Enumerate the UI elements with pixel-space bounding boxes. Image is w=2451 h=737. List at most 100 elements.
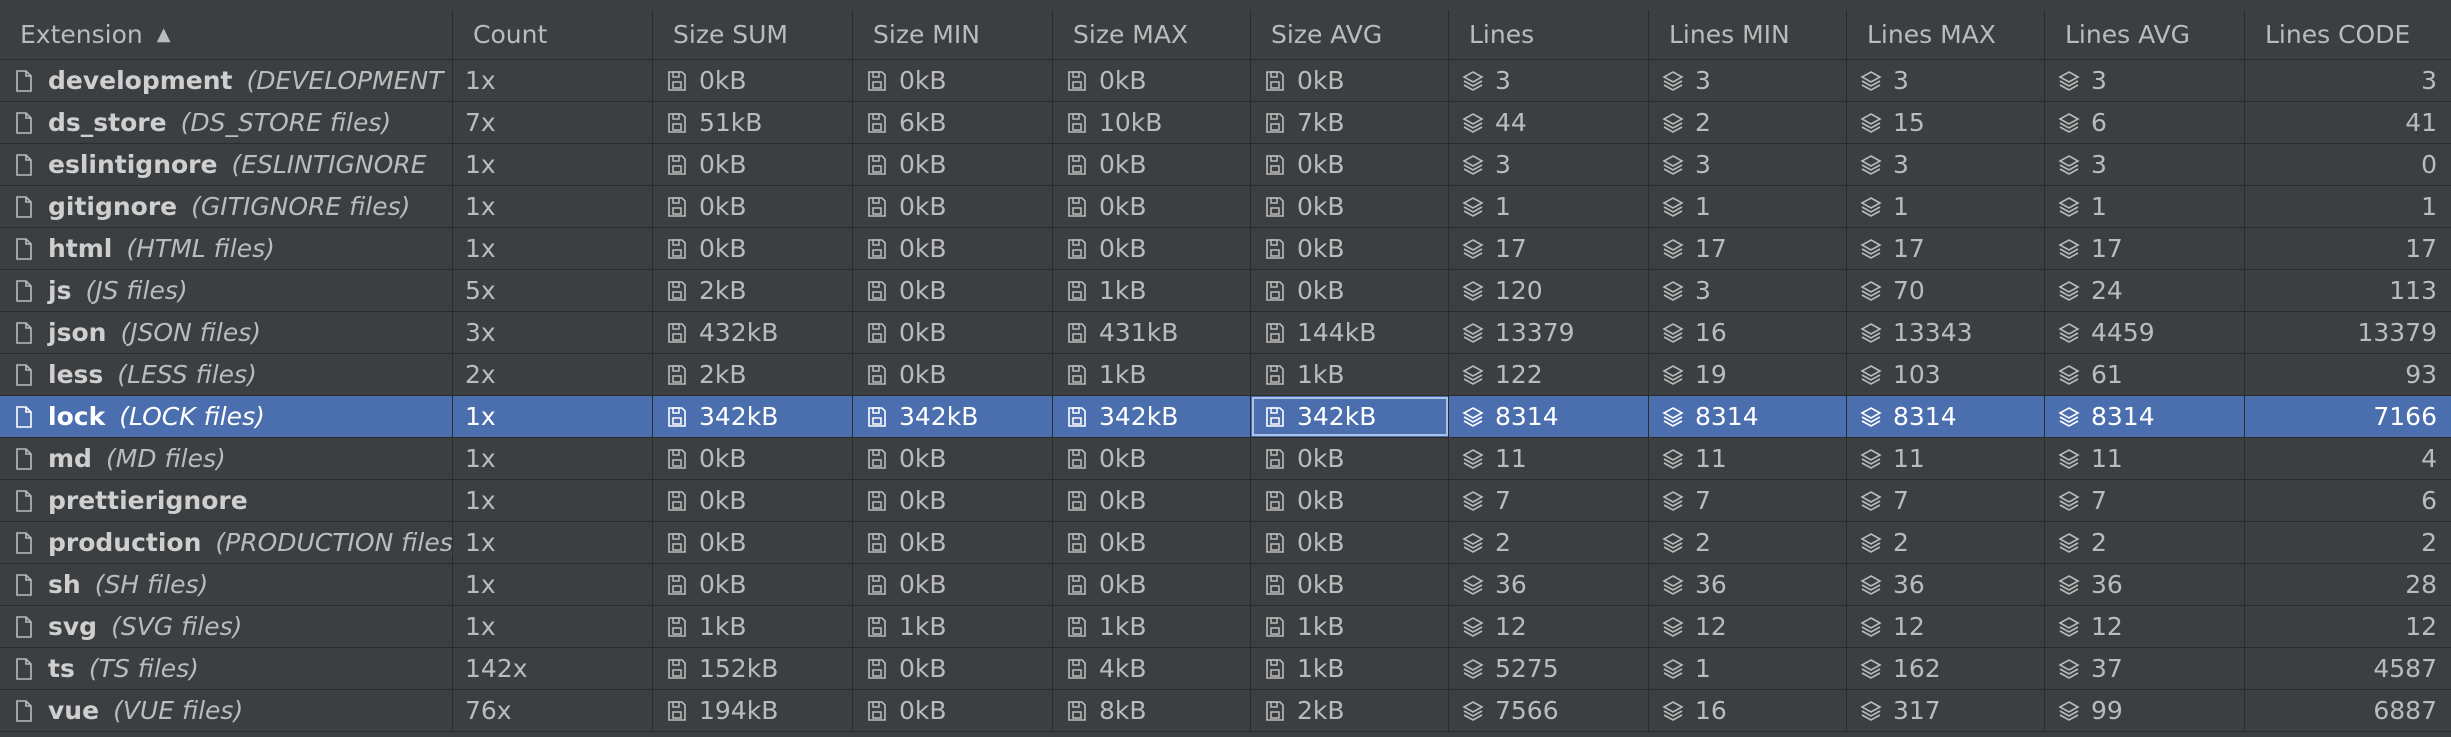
size-avg-cell[interactable]: 0kB	[1251, 186, 1449, 227]
extension-cell[interactable]: vue (VUE files)	[0, 690, 453, 731]
lines-code-cell[interactable]: 13379	[2245, 312, 2451, 353]
table-row[interactable]: development (DEVELOPMENT 1x 0kB 0kB 0kB 0kB 3 3 3…	[0, 60, 2451, 102]
count-cell[interactable]: 2x	[453, 354, 653, 395]
size-min-cell[interactable]: 0kB	[853, 522, 1053, 563]
count-cell[interactable]: 1x	[453, 228, 653, 269]
size-avg-cell[interactable]: 0kB	[1251, 522, 1449, 563]
lines-min-cell[interactable]: 11	[1649, 438, 1847, 479]
column-header-extension[interactable]: Extension ▲	[0, 10, 453, 59]
extension-cell[interactable]: js (JS files)	[0, 270, 453, 311]
column-header-lines[interactable]: Lines	[1449, 10, 1649, 59]
size-sum-cell[interactable]: 0kB	[653, 186, 853, 227]
column-header-size-sum[interactable]: Size SUM	[653, 10, 853, 59]
size-min-cell[interactable]: 1kB	[853, 606, 1053, 647]
lines-max-cell[interactable]: 1	[1847, 186, 2045, 227]
size-sum-cell[interactable]: 0kB	[653, 144, 853, 185]
column-header-lines-avg[interactable]: Lines AVG	[2045, 10, 2245, 59]
size-avg-cell[interactable]: 2kB	[1251, 690, 1449, 731]
size-sum-cell[interactable]: 2kB	[653, 270, 853, 311]
column-header-size-min[interactable]: Size MIN	[853, 10, 1053, 59]
lines-code-cell[interactable]: 93	[2245, 354, 2451, 395]
size-sum-cell[interactable]: 194kB	[653, 690, 853, 731]
lines-min-cell[interactable]: 19	[1649, 354, 1847, 395]
table-row[interactable]: eslintignore (ESLINTIGNORE 1x 0kB 0kB 0kB 0kB 3…	[0, 144, 2451, 186]
lines-code-cell[interactable]: 17	[2245, 228, 2451, 269]
size-max-cell[interactable]: 0kB	[1053, 522, 1251, 563]
size-sum-cell[interactable]: 0kB	[653, 564, 853, 605]
size-min-cell[interactable]: 0kB	[853, 60, 1053, 101]
count-cell[interactable]: 1x	[453, 60, 653, 101]
lines-avg-cell[interactable]: 99	[2045, 690, 2245, 731]
lines-max-cell[interactable]: 11	[1847, 438, 2045, 479]
lines-min-cell[interactable]: 3	[1649, 270, 1847, 311]
lines-avg-cell[interactable]: 12	[2045, 606, 2245, 647]
extension-cell[interactable]: svg (SVG files)	[0, 606, 453, 647]
lines-cell[interactable]: 36	[1449, 564, 1649, 605]
size-sum-cell[interactable]: 0kB	[653, 480, 853, 521]
lines-max-cell[interactable]: 70	[1847, 270, 2045, 311]
extension-cell[interactable]: prettierignore	[0, 480, 453, 521]
lines-code-cell[interactable]: 6887	[2245, 690, 2451, 731]
lines-cell[interactable]: 2	[1449, 522, 1649, 563]
size-avg-cell[interactable]: 0kB	[1251, 438, 1449, 479]
lines-code-cell[interactable]: 6	[2245, 480, 2451, 521]
lines-avg-cell[interactable]: 4459	[2045, 312, 2245, 353]
count-cell[interactable]: 142x	[453, 648, 653, 689]
size-avg-cell[interactable]: 1kB	[1251, 606, 1449, 647]
size-max-cell[interactable]: 4kB	[1053, 648, 1251, 689]
extension-cell[interactable]: sh (SH files)	[0, 564, 453, 605]
column-header-lines-code[interactable]: Lines CODE	[2245, 10, 2451, 59]
lines-min-cell[interactable]: 2	[1649, 102, 1847, 143]
lines-max-cell[interactable]: 3	[1847, 144, 2045, 185]
extension-cell[interactable]: gitignore (GITIGNORE files)	[0, 186, 453, 227]
count-cell[interactable]: 7x	[453, 102, 653, 143]
size-sum-cell[interactable]: 0kB	[653, 522, 853, 563]
size-sum-cell[interactable]: 152kB	[653, 648, 853, 689]
lines-avg-cell[interactable]: 61	[2045, 354, 2245, 395]
size-max-cell[interactable]: 431kB	[1053, 312, 1251, 353]
lines-cell[interactable]: 3	[1449, 144, 1649, 185]
table-row[interactable]: sh (SH files) 1x 0kB 0kB 0kB 0kB 36 36 36 36 28	[0, 564, 2451, 606]
count-cell[interactable]: 1x	[453, 396, 653, 437]
lines-min-cell[interactable]: 8314	[1649, 396, 1847, 437]
lines-cell[interactable]: 5275	[1449, 648, 1649, 689]
lines-cell[interactable]: 11	[1449, 438, 1649, 479]
count-cell[interactable]: 1x	[453, 186, 653, 227]
lines-code-cell[interactable]: 7166	[2245, 396, 2451, 437]
extension-cell[interactable]: eslintignore (ESLINTIGNORE	[0, 144, 453, 185]
size-sum-cell[interactable]: 432kB	[653, 312, 853, 353]
size-max-cell[interactable]: 0kB	[1053, 60, 1251, 101]
lines-code-cell[interactable]: 4	[2245, 438, 2451, 479]
lines-avg-cell[interactable]: 3	[2045, 144, 2245, 185]
table-row[interactable]: vue (VUE files) 76x 194kB 0kB 8kB 2kB 7566 16 317…	[0, 690, 2451, 732]
count-cell[interactable]: 1x	[453, 522, 653, 563]
size-avg-cell[interactable]: 0kB	[1251, 564, 1449, 605]
lines-max-cell[interactable]: 13343	[1847, 312, 2045, 353]
size-avg-cell[interactable]: 0kB	[1251, 144, 1449, 185]
lines-code-cell[interactable]: 2	[2245, 522, 2451, 563]
lines-avg-cell[interactable]: 1	[2045, 186, 2245, 227]
size-avg-cell[interactable]: 0kB	[1251, 228, 1449, 269]
size-max-cell[interactable]: 0kB	[1053, 438, 1251, 479]
table-row[interactable]: md (MD files) 1x 0kB 0kB 0kB 0kB 11 11 11 11 4	[0, 438, 2451, 480]
lines-max-cell[interactable]: 317	[1847, 690, 2045, 731]
count-cell[interactable]: 1x	[453, 438, 653, 479]
size-avg-cell[interactable]: 342kB	[1251, 396, 1449, 437]
lines-max-cell[interactable]: 2	[1847, 522, 2045, 563]
size-max-cell[interactable]: 0kB	[1053, 144, 1251, 185]
lines-code-cell[interactable]: 12	[2245, 606, 2451, 647]
table-row[interactable]: html (HTML files) 1x 0kB 0kB 0kB 0kB 17 17 17 17 17	[0, 228, 2451, 270]
table-row[interactable]: lock (LOCK files) 1x 342kB 342kB 342kB 342kB 83…	[0, 396, 2451, 438]
size-avg-cell[interactable]: 0kB	[1251, 480, 1449, 521]
size-avg-cell[interactable]: 0kB	[1251, 60, 1449, 101]
lines-min-cell[interactable]: 1	[1649, 648, 1847, 689]
lines-avg-cell[interactable]: 36	[2045, 564, 2245, 605]
size-max-cell[interactable]: 8kB	[1053, 690, 1251, 731]
table-row[interactable]: production (PRODUCTION files) 1x 0kB 0kB 0kB 0…	[0, 522, 2451, 564]
lines-cell[interactable]: 17	[1449, 228, 1649, 269]
count-cell[interactable]: 3x	[453, 312, 653, 353]
lines-cell[interactable]: 122	[1449, 354, 1649, 395]
lines-cell[interactable]: 7	[1449, 480, 1649, 521]
lines-min-cell[interactable]: 16	[1649, 690, 1847, 731]
table-row[interactable]: ds_store (DS_STORE files) 7x 51kB 6kB 10kB 7kB…	[0, 102, 2451, 144]
